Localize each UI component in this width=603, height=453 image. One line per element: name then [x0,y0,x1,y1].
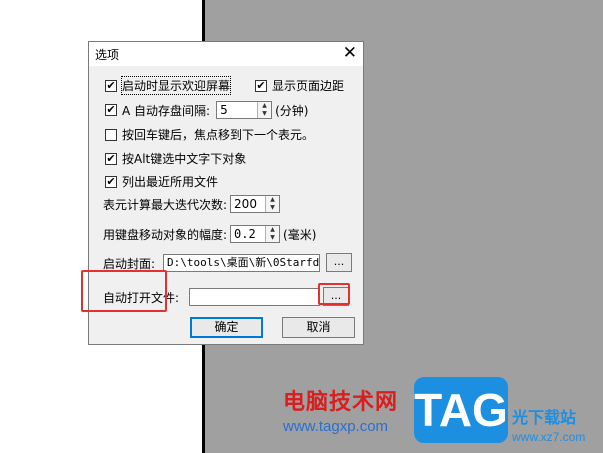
autosave-stepper[interactable]: 5 ▲ ▼ [216,101,273,119]
autosave-value[interactable]: 5 [217,102,257,118]
auto-open-field[interactable] [189,288,320,306]
spin-down-icon[interactable]: ▼ [258,110,271,118]
show-margins-label: 显示页面边距 [272,79,345,93]
ok-button[interactable]: 确定 [190,317,263,338]
spin-arrows[interactable]: ▲ ▼ [265,226,280,242]
enter-moves-label: 按回车键后，焦点移到下一个表元。 [122,128,315,142]
list-recent-checkbox[interactable]: ✔ [105,175,117,188]
spin-arrows[interactable]: ▲ ▼ [257,102,272,118]
dialog-title: 选项 [95,48,120,62]
watermark-site-name: 电脑技术网 [283,390,399,415]
list-recent-label: 列出最近所用文件 [122,175,219,189]
show-welcome-option[interactable]: ✔ 启动时显示欢迎屏幕 [105,76,232,95]
keyboard-step-value[interactable]: 0.2 [231,226,265,242]
show-welcome-label: 启动时显示欢迎屏幕 [120,76,232,95]
keyboard-step-unit: (毫米) [283,227,317,242]
alt-select-option[interactable]: ✔ 按Alt键选中文字下对象 [105,150,246,167]
spin-down-icon[interactable]: ▼ [266,234,279,242]
spin-down-icon[interactable]: ▼ [266,204,279,212]
alt-select-checkbox[interactable]: ✔ [105,152,117,165]
max-iter-value[interactable]: 200 [231,196,265,212]
list-recent-option[interactable]: ✔ 列出最近所用文件 [105,173,218,190]
autosave-label: A 自动存盘间隔: [122,103,211,118]
watermark-right-name: 光下载站 [512,408,577,427]
cover-path-field[interactable]: D:\tools\桌面\新\0Starfdq [163,254,320,272]
autosave-option[interactable]: ✔ A 自动存盘间隔: 5 ▲ ▼ (分钟) [105,101,308,119]
max-iter-stepper[interactable]: 200 ▲ ▼ [230,195,281,213]
spin-arrows[interactable]: ▲ ▼ [265,196,280,212]
max-iter-label: 表元计算最大迭代次数: [103,197,228,212]
keyboard-step-row: 用键盘移动对象的幅度: 0.2 ▲ ▼ (毫米) [103,225,316,243]
cover-browse-button[interactable]: ... [326,253,352,272]
show-margins-checkbox[interactable]: ✔ [255,79,267,92]
highlight-auto-open-label [81,270,167,312]
show-welcome-checkbox[interactable]: ✔ [105,79,117,92]
enter-moves-checkbox[interactable] [105,128,117,141]
highlight-browse-button [318,283,350,305]
spin-up-icon[interactable]: ▲ [258,102,271,110]
keyboard-step-label: 用键盘移动对象的幅度: [103,227,228,242]
dialog-titlebar: 选项 ✕ [89,42,363,66]
max-iter-row: 表元计算最大迭代次数: 200 ▲ ▼ [103,195,281,213]
autosave-unit: (分钟) [275,103,309,118]
show-margins-option[interactable]: ✔ 显示页面边距 [255,77,344,94]
autosave-checkbox[interactable]: ✔ [105,104,117,116]
watermark-right-url: www.xz7.com [512,430,586,444]
close-icon[interactable]: ✕ [343,43,357,63]
enter-moves-option[interactable]: 按回车键后，焦点移到下一个表元。 [105,126,314,143]
alt-select-label: 按Alt键选中文字下对象 [122,152,247,166]
spin-up-icon[interactable]: ▲ [266,196,279,204]
cancel-button[interactable]: 取消 [282,317,355,338]
spin-up-icon[interactable]: ▲ [266,226,279,234]
watermark-site-url: www.tagxp.com [283,418,389,435]
keyboard-step-stepper[interactable]: 0.2 ▲ ▼ [230,225,281,243]
watermark-tag-logo: TAG [414,377,508,443]
